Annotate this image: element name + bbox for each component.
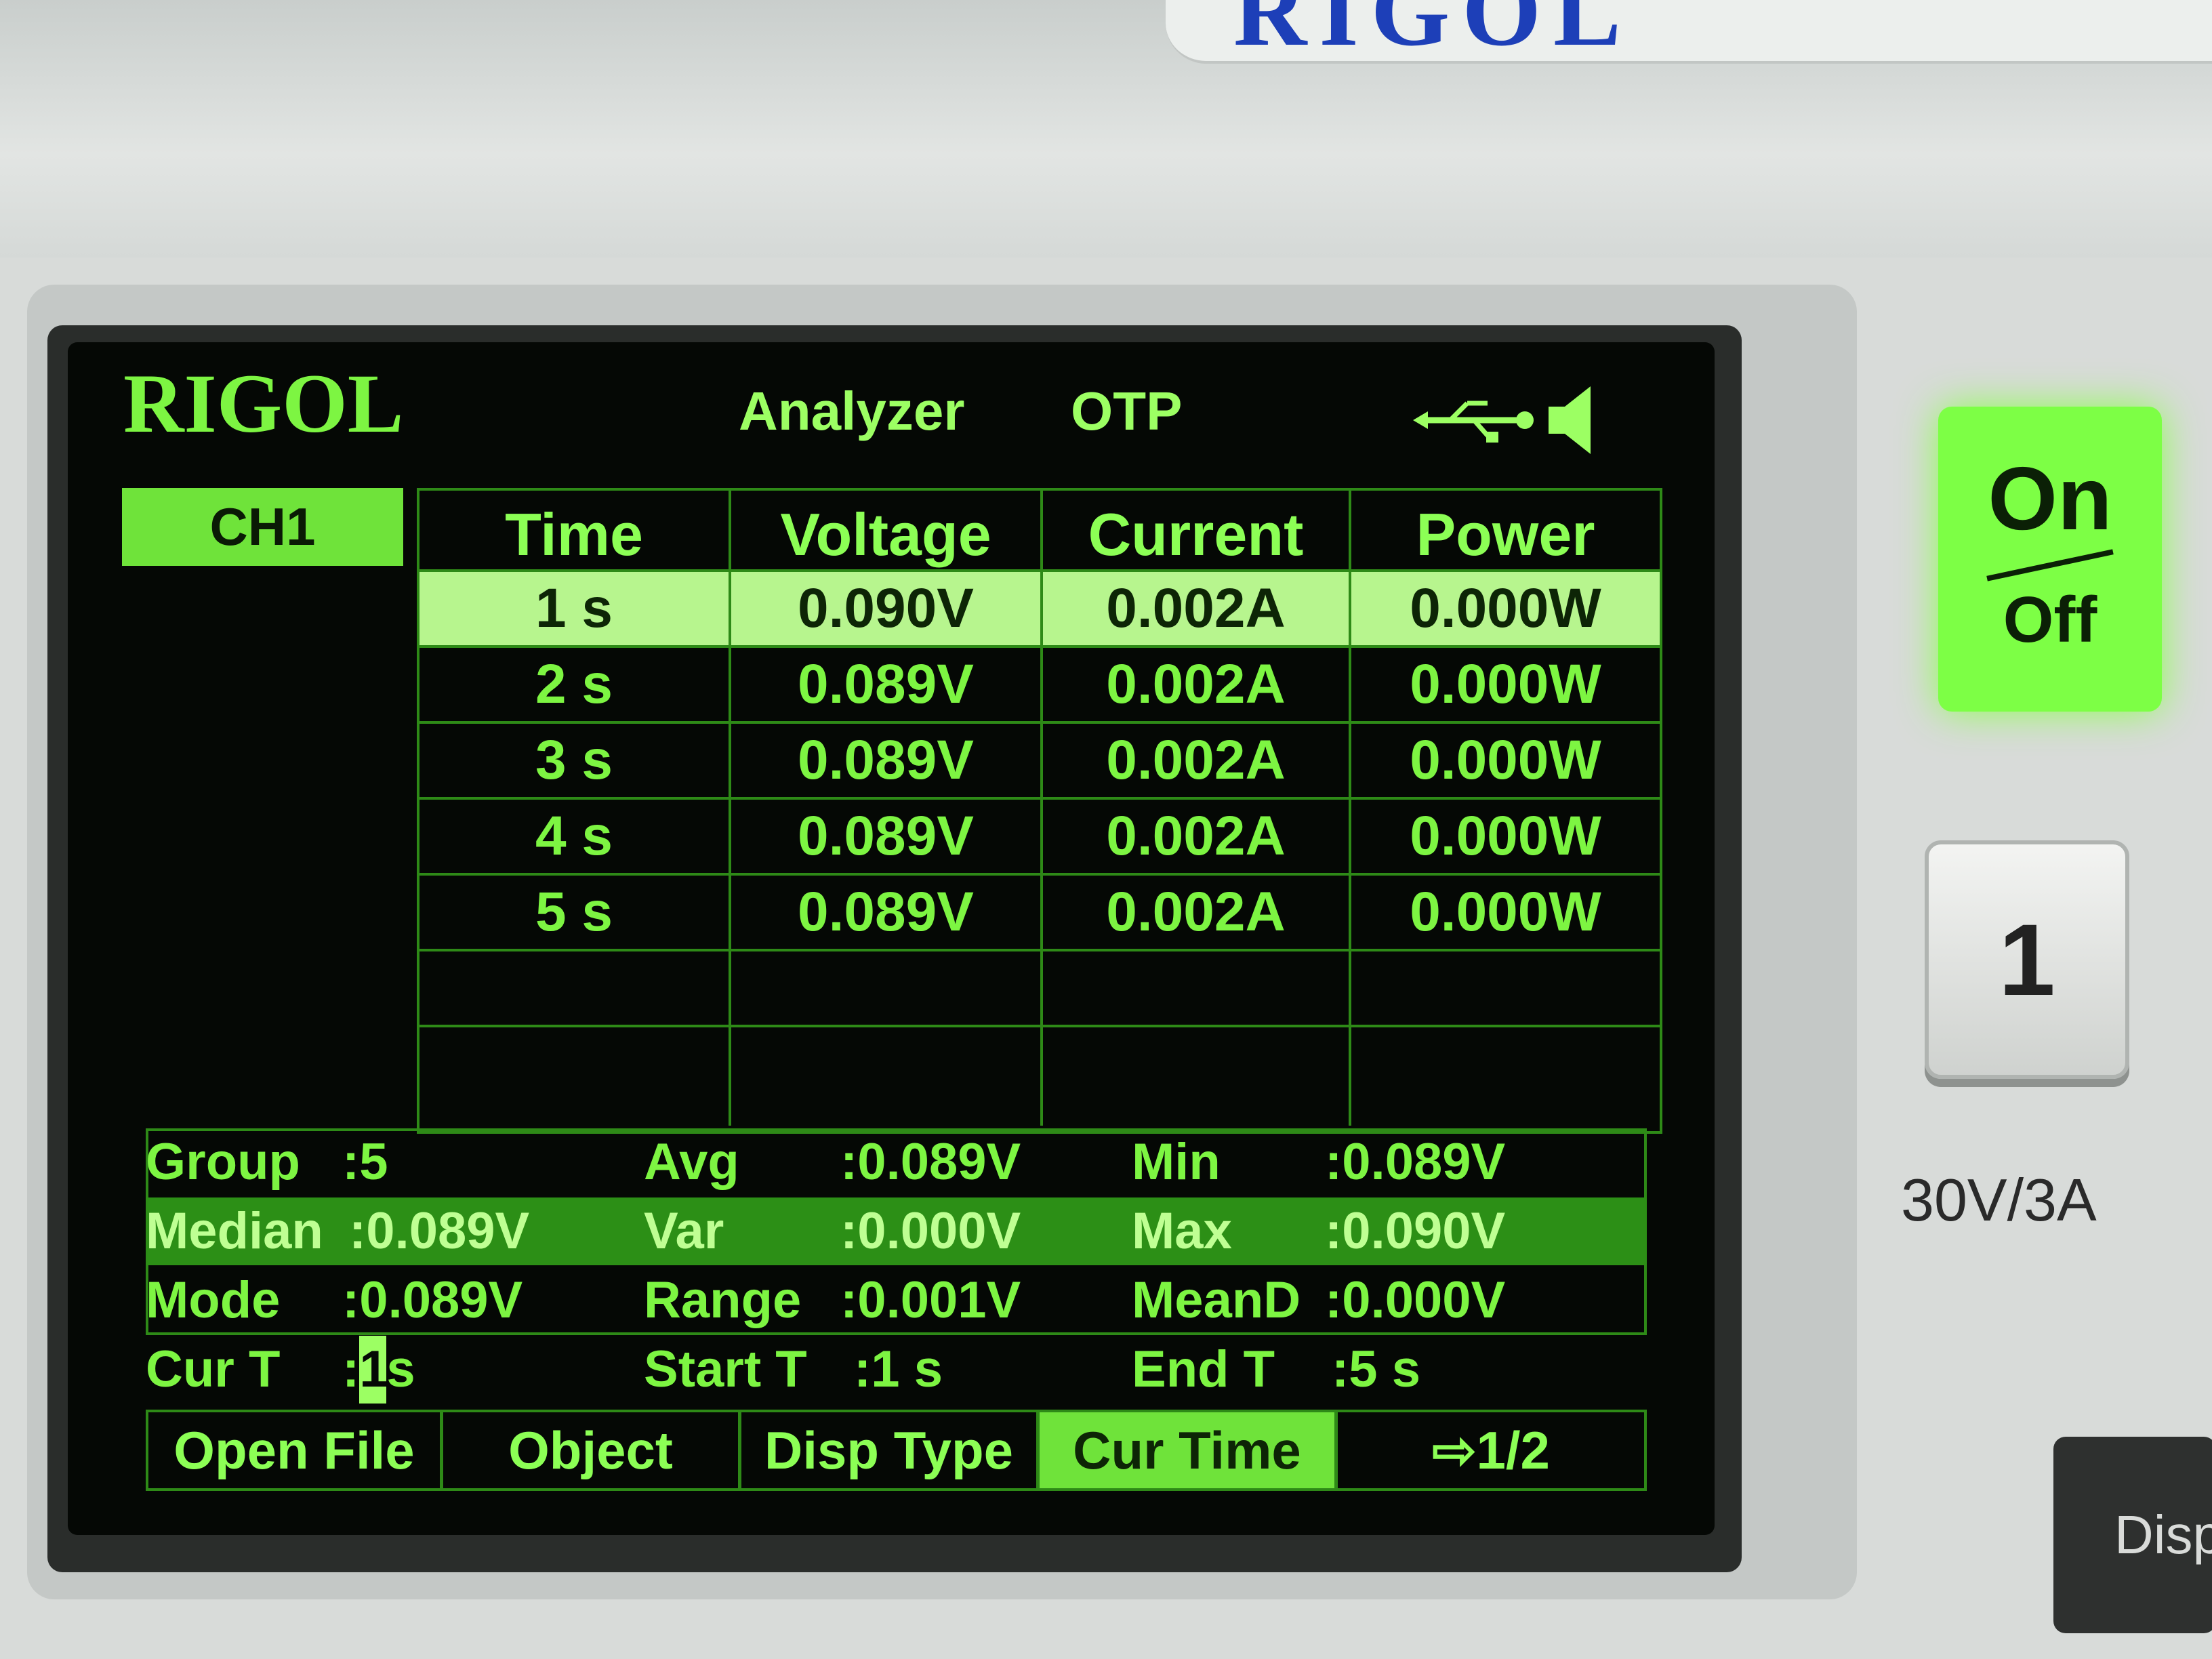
cell-empty [1351, 951, 1660, 1025]
end-t-value: :5 s [1332, 1340, 1420, 1398]
table-row[interactable]: 1 s 0.090V 0.002A 0.000W [419, 572, 1660, 648]
min-label: Min [1132, 1133, 1221, 1191]
max-label: Max [1132, 1202, 1232, 1260]
table-row[interactable]: 4 s 0.089V 0.002A 0.000W [419, 800, 1660, 876]
cell-time: 2 s [419, 648, 731, 721]
cell-empty [1043, 951, 1351, 1025]
start-t-value: :1 s [854, 1340, 943, 1398]
statistics-panel: Group :5 Avg :0.089V Min :0.089V Median … [146, 1128, 1647, 1404]
device-brand-logo: RIGOL [1233, 0, 1634, 67]
table-row-empty [419, 951, 1660, 1027]
cell-voltage: 0.089V [731, 800, 1043, 873]
display-button[interactable]: Disp [2053, 1437, 2212, 1633]
start-t-label: Start T [644, 1340, 807, 1398]
cell-empty [731, 1027, 1043, 1126]
column-header-power: Power [1351, 491, 1660, 572]
onoff-off-label: Off [2003, 583, 2097, 656]
table-row[interactable]: 5 s 0.089V 0.002A 0.000W [419, 876, 1660, 951]
column-header-voltage: Voltage [731, 491, 1043, 572]
cell-empty [731, 951, 1043, 1025]
group-label: Group [146, 1133, 300, 1191]
softkey-open-file[interactable]: Open File [148, 1412, 443, 1488]
cell-voltage: 0.089V [731, 876, 1043, 949]
stat-row-median: Median :0.089V Var :0.000V Max :0.090V [146, 1197, 1647, 1265]
range-label: Range [644, 1271, 802, 1329]
cell-power: 0.000W [1410, 577, 1601, 639]
cell-empty [1351, 1027, 1660, 1126]
speaker-icon [1549, 386, 1591, 454]
range-label: 30V/3A [1901, 1166, 2097, 1233]
column-header-time: Time [419, 491, 731, 572]
cell-empty [419, 1027, 731, 1126]
softkey-object[interactable]: Object [443, 1412, 741, 1488]
mode-value: :0.089V [342, 1271, 523, 1329]
column-header-current: Current [1043, 491, 1351, 572]
meand-value: :0.000V [1325, 1271, 1506, 1329]
cell-time: 5 s [419, 876, 731, 949]
cell-current: 0.002A [1043, 724, 1351, 797]
median-value: :0.089V [349, 1202, 530, 1260]
cur-t-unit: s [386, 1340, 415, 1398]
group-value: :5 [342, 1133, 388, 1191]
table-row-empty [419, 1027, 1660, 1126]
softkey-disp-type[interactable]: Disp Type [741, 1412, 1040, 1488]
cell-current: 0.002A [1043, 572, 1351, 645]
channel-1-button[interactable]: 1 [1925, 840, 2129, 1079]
cell-power: 0.000W [1410, 881, 1601, 943]
cur-t-value[interactable]: :1s [342, 1336, 415, 1404]
cell-voltage: 0.089V [731, 648, 1043, 721]
cell-current: 0.002A [1043, 648, 1351, 721]
stat-row-time: Cur T :1s Start T :1 s End T :5 s [146, 1336, 1647, 1404]
cell-empty [1043, 1027, 1351, 1126]
usb-icon [1413, 401, 1534, 443]
softkey-next-page[interactable]: ⇨1/2 [1338, 1412, 1644, 1488]
cell-voltage: 0.090V [731, 572, 1043, 645]
mode-label: Analyzer [739, 381, 965, 441]
max-value: :0.090V [1325, 1202, 1506, 1260]
cell-empty [419, 951, 731, 1025]
cell-power: 0.000W [1410, 805, 1601, 867]
var-label: Var [644, 1202, 724, 1260]
table-row[interactable]: 3 s 0.089V 0.002A 0.000W [419, 724, 1660, 800]
cur-t-prefix: : [342, 1340, 360, 1398]
mode-label: Mode [146, 1271, 281, 1329]
var-value: :0.000V [840, 1202, 1021, 1260]
stat-row-group: Group :5 Avg :0.089V Min :0.089V [146, 1128, 1647, 1196]
range-value: :0.001V [840, 1271, 1021, 1329]
onoff-divider [1986, 549, 2114, 581]
measurement-table: Time Voltage Current Power 1 s 0.090V 0.… [417, 488, 1662, 1134]
onoff-on-label: On [1988, 449, 2112, 548]
channel-tab-ch1[interactable]: CH1 [122, 488, 403, 566]
cur-t-cursor[interactable]: 1 [359, 1336, 388, 1404]
output-onoff-button[interactable]: On Off [1938, 407, 2162, 712]
softkey-cur-time[interactable]: Cur Time [1040, 1412, 1338, 1488]
stat-row-mode: Mode :0.089V Range :0.001V MeanD :0.000V [146, 1267, 1647, 1334]
end-t-label: End T [1132, 1340, 1275, 1398]
cell-current: 0.002A [1043, 876, 1351, 949]
avg-value: :0.089V [840, 1133, 1021, 1191]
avg-label: Avg [644, 1133, 739, 1191]
lcd-screen: RIGOL Analyzer OTP CH1 Time Voltage Curr… [68, 342, 1715, 1535]
softkey-bar: Open File Object Disp Type Cur Time ⇨1/2 [146, 1410, 1647, 1491]
meand-label: MeanD [1132, 1271, 1301, 1329]
screen-logo: RIGOL [123, 357, 404, 450]
cur-t-label: Cur T [146, 1340, 281, 1398]
min-value: :0.089V [1325, 1133, 1506, 1191]
cell-power: 0.000W [1410, 729, 1601, 791]
cell-time: 1 s [419, 572, 731, 645]
cell-current: 0.002A [1043, 800, 1351, 873]
cell-voltage: 0.089V [731, 724, 1043, 797]
median-label: Median [146, 1202, 323, 1260]
cell-power: 0.000W [1410, 653, 1601, 715]
cell-time: 4 s [419, 800, 731, 873]
otp-indicator: OTP [1071, 381, 1183, 441]
cell-time: 3 s [419, 724, 731, 797]
table-row[interactable]: 2 s 0.089V 0.002A 0.000W [419, 648, 1660, 724]
